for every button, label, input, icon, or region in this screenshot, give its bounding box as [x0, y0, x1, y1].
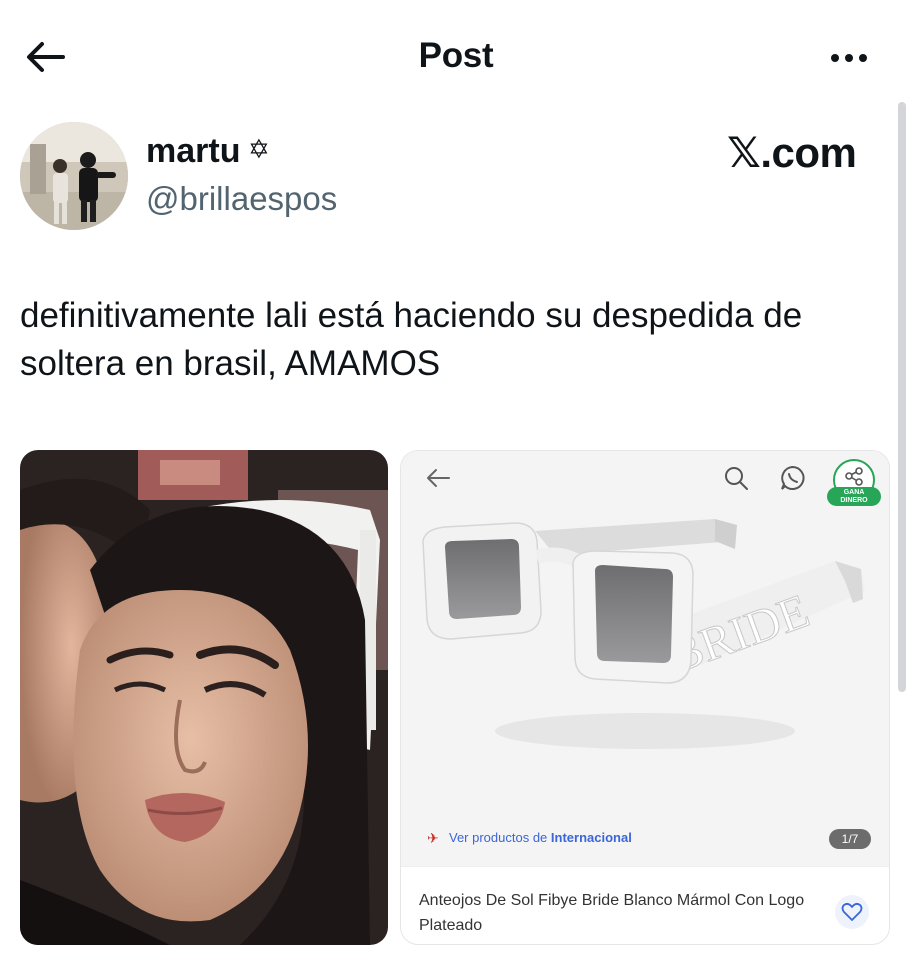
- card-divider: [401, 866, 889, 867]
- gana-dinero-badge[interactable]: GANA DINERO: [827, 487, 881, 506]
- more-dot: [859, 54, 867, 62]
- author-badge: ✡: [248, 134, 270, 164]
- post-photo[interactable]: [20, 450, 388, 945]
- page-title: Post: [418, 36, 494, 75]
- product-card[interactable]: GANA DINERO BRIDE ✈ Ver productos de Int…: [400, 450, 890, 945]
- dinero-label: DINERO: [840, 497, 868, 504]
- heart-icon: [841, 902, 863, 921]
- top-bar: Post: [0, 0, 912, 110]
- gana-label: GANA: [843, 489, 865, 496]
- sunglasses-image: BRIDE: [422, 519, 865, 749]
- whatsapp-icon[interactable]: [779, 464, 807, 492]
- more-button[interactable]: [822, 40, 876, 76]
- search-icon[interactable]: [723, 465, 749, 491]
- source-label: 𝕏.com: [727, 129, 857, 176]
- card-back-icon[interactable]: [425, 467, 451, 489]
- more-dot: [845, 54, 853, 62]
- author-handle[interactable]: @brillaespos: [146, 180, 337, 218]
- ver-productos-prefix: Ver productos de: [449, 830, 551, 845]
- ver-productos-link[interactable]: Ver productos de Internacional: [449, 830, 632, 845]
- airplane-icon: ✈: [427, 830, 439, 846]
- ver-productos-store: Internacional: [550, 830, 632, 845]
- author-name[interactable]: martu: [146, 132, 240, 171]
- selfie-image: [20, 450, 388, 945]
- image-page-indicator: 1/7: [829, 829, 871, 849]
- avatar[interactable]: [20, 122, 128, 230]
- avatar-photo: [20, 122, 128, 230]
- more-horizontal-icon: [831, 54, 839, 62]
- post-text: definitivamente lali está haciendo su de…: [20, 296, 803, 383]
- product-title[interactable]: Anteojos De Sol Fibye Bride Blanco Mármo…: [419, 888, 819, 938]
- scrollbar[interactable]: [898, 102, 906, 692]
- favorite-button[interactable]: [835, 895, 869, 929]
